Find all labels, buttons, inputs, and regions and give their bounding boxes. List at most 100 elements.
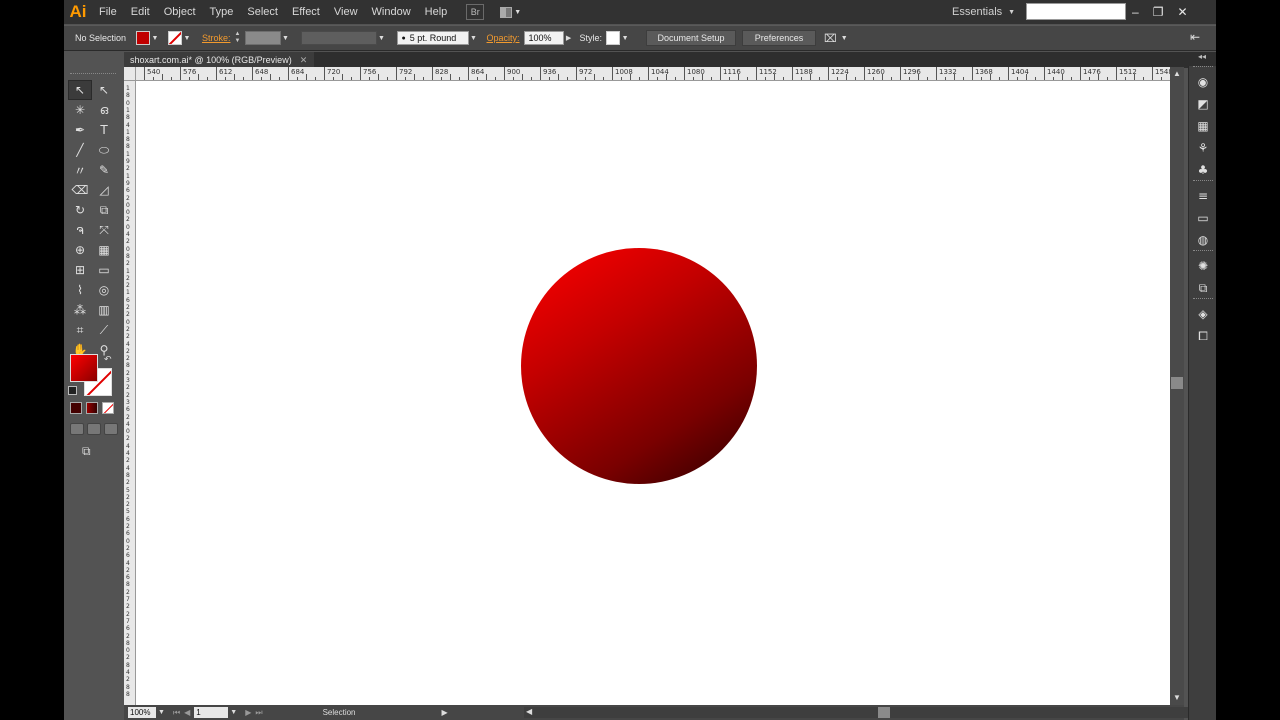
chevron-down-icon[interactable]: ▶ (564, 31, 574, 45)
symbol-sprayer-tool[interactable]: ⁂ (68, 300, 92, 320)
graphic-style-swatch[interactable] (606, 31, 621, 45)
chevron-down-icon[interactable]: ▼ (841, 35, 848, 42)
menu-object[interactable]: Object (157, 6, 203, 18)
align-options-icon[interactable]: ⌧ (824, 32, 837, 45)
stroke-weight-field[interactable] (244, 31, 281, 45)
transparency-icon[interactable]: ◍ (1195, 232, 1211, 248)
chevron-down-icon[interactable]: ▼ (230, 709, 237, 716)
rotate-tool[interactable]: ↻ (68, 200, 92, 220)
type-tool[interactable]: T (92, 120, 116, 140)
direct-selection-tool[interactable]: ↖ (92, 80, 116, 100)
vertical-ruler[interactable]: 1801841881921962002042082122162202242282… (124, 81, 136, 705)
bridge-button[interactable]: Br (466, 4, 485, 20)
menu-view[interactable]: View (327, 6, 365, 18)
red-gradient-circle[interactable] (521, 248, 757, 484)
close-icon[interactable]: ✕ (300, 55, 308, 66)
scroll-thumb[interactable] (1171, 377, 1183, 389)
screen-mode-icon[interactable]: ⧉ (82, 444, 100, 458)
first-page-icon[interactable]: ⏮ (173, 708, 180, 718)
arrange-documents-button[interactable]: ▼ (500, 4, 526, 20)
status-menu-icon[interactable]: ▶ (442, 708, 448, 717)
symbols-icon[interactable]: ♣ (1195, 162, 1211, 178)
dock-separator[interactable] (1193, 298, 1213, 299)
chevron-down-icon[interactable]: ▼ (150, 31, 160, 45)
selection-tool[interactable]: ↖ (68, 80, 92, 100)
fill-color-box[interactable] (70, 354, 98, 382)
menu-type[interactable]: Type (203, 6, 241, 18)
ruler-origin[interactable] (124, 67, 136, 81)
mesh-tool[interactable]: ⊞ (68, 260, 92, 280)
warp-tool[interactable]: ຈ (68, 220, 92, 240)
variable-width-profile[interactable] (300, 31, 377, 45)
slice-tool[interactable]: ⟋ (92, 320, 116, 340)
blend-tool[interactable]: ◎ (92, 280, 116, 300)
image-trace-icon[interactable]: ⧉ (1195, 280, 1211, 296)
chevron-down-icon[interactable]: ▼ (620, 31, 630, 45)
panel-menu-icon[interactable]: ⇤ (1190, 30, 1200, 44)
eyedropper-tool[interactable]: ⌇ (68, 280, 92, 300)
menu-file[interactable]: File (92, 6, 124, 18)
eraser-tool[interactable]: ◿ (92, 180, 116, 200)
none-mode-icon[interactable] (102, 402, 114, 414)
document-tab[interactable]: shoxart.com.ai* @ 100% (RGB/Preview) ✕ (124, 52, 314, 68)
stroke-label[interactable]: Stroke: (202, 33, 231, 43)
brushes-icon[interactable]: ⚘ (1195, 140, 1211, 156)
artboard-tool[interactable]: ⌗ (68, 320, 92, 340)
minimize-icon[interactable]: – (1132, 5, 1139, 19)
zoom-field[interactable]: 100% (128, 707, 156, 718)
workspace-switcher[interactable]: Essentials ▼ (952, 0, 1015, 24)
menu-window[interactable]: Window (365, 6, 418, 18)
close-icon[interactable]: ✕ (1177, 5, 1187, 19)
opacity-label[interactable]: Opacity: (487, 33, 520, 43)
swatches-icon[interactable]: ▦ (1195, 118, 1211, 134)
menu-edit[interactable]: Edit (124, 6, 157, 18)
free-transform-tool[interactable]: ⤧ (92, 220, 116, 240)
chevron-down-icon[interactable]: ▼ (158, 709, 165, 716)
vertical-scrollbar[interactable]: ▲ ▼ (1170, 67, 1184, 705)
stroke-panel-icon[interactable]: ≡ (1195, 188, 1211, 204)
line-tool[interactable]: ╱ (68, 140, 92, 160)
chevron-down-icon[interactable]: ▼ (377, 31, 387, 45)
stroke-swatch[interactable] (168, 31, 182, 45)
draw-inside-icon[interactable] (104, 423, 118, 435)
perspective-grid-tool[interactable]: ▦ (92, 240, 116, 260)
menu-effect[interactable]: Effect (285, 6, 327, 18)
artboard-canvas[interactable] (136, 81, 1170, 705)
fill-swatch[interactable] (136, 31, 150, 45)
lasso-tool[interactable]: ഒ (92, 100, 116, 120)
magic-wand-tool[interactable]: ✳ (68, 100, 92, 120)
artboards-icon[interactable]: ⧠ (1195, 328, 1211, 344)
gradient-tool[interactable]: ▭ (92, 260, 116, 280)
hscroll-thumb[interactable] (878, 707, 890, 718)
color-guide-icon[interactable]: ◉ (1195, 74, 1211, 90)
document-setup-button[interactable]: Document Setup (646, 30, 737, 46)
chevron-down-icon[interactable]: ▼ (182, 31, 192, 45)
chevron-down-icon[interactable]: ▼ (469, 31, 479, 45)
draw-normal-icon[interactable] (70, 423, 84, 435)
brush-definition-field[interactable]: ● 5 pt. Round (396, 31, 469, 45)
scale-tool[interactable]: ⧉ (92, 200, 116, 220)
prev-page-icon[interactable]: ◀ (184, 708, 190, 717)
color-mode-icon[interactable] (70, 402, 82, 414)
column-graph-tool[interactable]: ▥ (92, 300, 116, 320)
gradient-mode-icon[interactable] (86, 402, 98, 414)
opacity-field[interactable]: 100% (523, 31, 564, 45)
pen-tool[interactable]: ✒ (68, 120, 92, 140)
restore-icon[interactable]: ❐ (1153, 5, 1164, 19)
paintbrush-tool[interactable]: 〃 (68, 160, 92, 180)
horizontal-ruler[interactable]: 540 576 612 648 684 720 756 792 828 864 900 936 972 1… (124, 67, 1170, 81)
ellipse-tool[interactable]: ⬭ (92, 140, 116, 160)
menu-help[interactable]: Help (418, 6, 455, 18)
swap-icon[interactable]: ↶ (104, 354, 112, 365)
dock-separator[interactable] (1193, 66, 1213, 67)
dock-collapse-icon[interactable]: ◂◂ (1188, 52, 1216, 66)
scroll-up-icon[interactable]: ▲ (1172, 69, 1182, 79)
draw-behind-icon[interactable] (87, 423, 101, 435)
last-page-icon[interactable]: ⏭ (255, 708, 262, 718)
dock-separator[interactable] (1193, 250, 1213, 251)
stroke-weight-spinner[interactable]: ▲ ▼ (235, 31, 243, 45)
gradient-panel-icon[interactable]: ▭ (1195, 210, 1211, 226)
dock-separator[interactable] (1193, 180, 1213, 181)
menu-select[interactable]: Select (240, 6, 285, 18)
scroll-down-icon[interactable]: ▼ (1172, 693, 1182, 703)
